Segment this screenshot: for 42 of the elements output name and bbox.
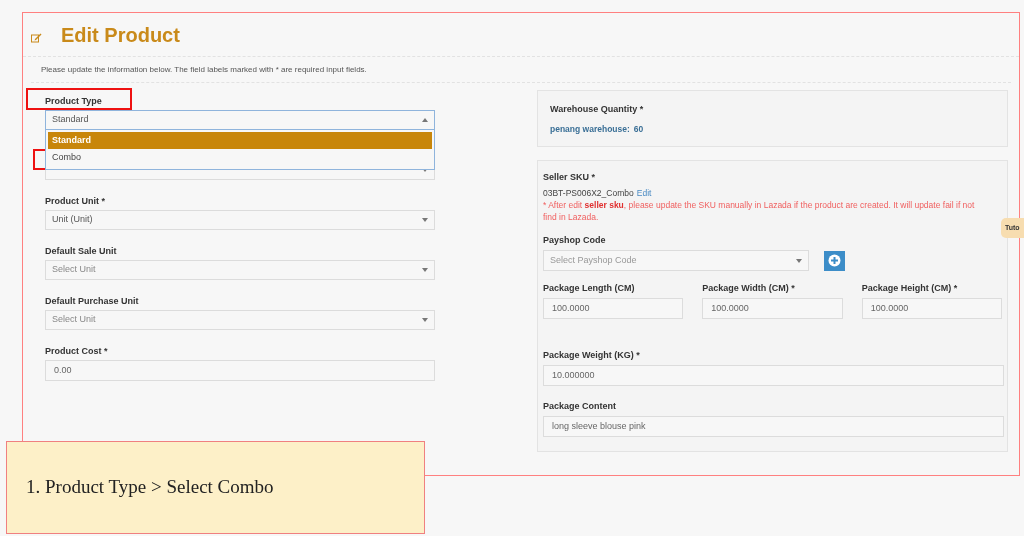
select-field[interactable]: Unit (Unit) (45, 210, 435, 230)
field-label: Warehouse Quantity * (550, 103, 645, 116)
caret-icon (422, 318, 428, 322)
field-label: Package Width (CM) * (702, 282, 795, 295)
add-button[interactable] (824, 250, 845, 271)
input-field[interactable]: long sleeve blouse pink (543, 416, 1004, 437)
sku-value: 03BT-PS006X2_Combo (543, 187, 634, 199)
caret-icon (422, 218, 428, 222)
dropdown-option[interactable]: Standard (48, 132, 432, 149)
callout-box: 1. Product Type > Select Combo (6, 441, 425, 534)
input-field[interactable]: 100.0000 (702, 298, 843, 319)
field-label: Seller SKU * (543, 171, 596, 184)
field-label: Default Sale Unit (45, 245, 117, 258)
warning-text: * After edit seller sku, please update the SKU manually in Lazada if the product are created. It will update fail if not find in Lazada. (543, 199, 976, 223)
field-label: Default Purchase Unit (45, 295, 139, 308)
warehouse-name: penang warehouse: (550, 122, 630, 136)
instructions-text: Please update the information below. The field labels marked with * are required input fields. (41, 63, 367, 76)
select-field[interactable]: Standard (45, 110, 435, 130)
field-label: Product Cost * (45, 345, 108, 358)
dropdown-option[interactable]: Combo (48, 149, 432, 166)
caret-icon (796, 258, 802, 263)
field-label: Package Content (543, 400, 617, 413)
plus-icon (828, 254, 841, 267)
field-label: Package Length (CM) (543, 282, 635, 295)
field-label: Product Type (45, 95, 102, 108)
input-field[interactable]: 100.0000 (543, 298, 684, 319)
input-field[interactable]: 10.000000 (543, 365, 1004, 386)
warehouse-quantity: 60 (633, 122, 644, 136)
field-label: Product Unit * (45, 195, 105, 208)
edit-icon (31, 32, 42, 43)
field-label: Package Weight (KG) * (543, 349, 640, 362)
page-title: Edit Product (61, 22, 180, 48)
field-label: Payshop Code (543, 234, 606, 247)
field-label: Package Height (CM) * (861, 282, 958, 295)
select-field[interactable]: Select Unit (45, 260, 435, 280)
input-field[interactable]: 100.0000 (861, 298, 1002, 319)
caret-icon (422, 268, 428, 272)
input-field[interactable]: 0.00 (45, 360, 435, 381)
caret-icon (422, 168, 428, 172)
select-field[interactable]: Select Unit (45, 310, 435, 330)
caret-icon (422, 118, 428, 122)
edit-link[interactable]: Edit (636, 187, 652, 199)
